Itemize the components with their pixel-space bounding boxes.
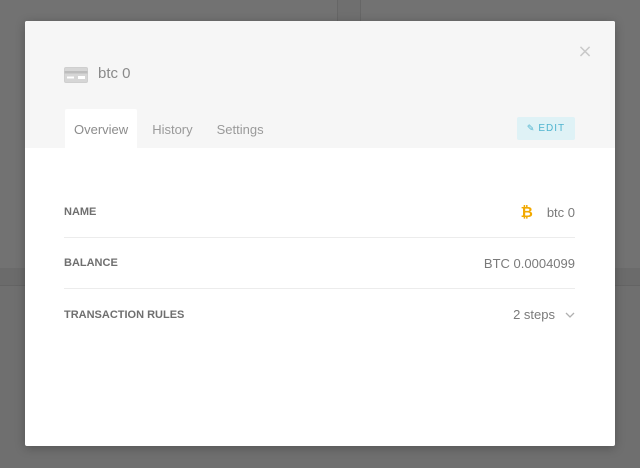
transaction-rules-toggle[interactable]: 2 steps	[513, 307, 575, 322]
transaction-rules-value: 2 steps	[513, 307, 555, 322]
edit-button[interactable]: ✎ EDIT	[517, 117, 575, 140]
bitcoin-icon: ₿	[520, 203, 533, 221]
edit-button-label: EDIT	[538, 123, 566, 134]
tab-overview[interactable]: Overview	[65, 109, 138, 148]
balance-label: BALANCE	[64, 257, 118, 269]
close-icon[interactable]: ×	[576, 43, 594, 61]
tab-settings[interactable]: Settings	[208, 109, 273, 148]
overview-details: NAME ₿ btc 0 BALANCE BTC 0.0004099 TRANS…	[64, 187, 575, 340]
tab-bar: Overview History Settings	[65, 109, 279, 148]
detail-row-transaction-rules[interactable]: TRANSACTION RULES 2 steps	[64, 289, 575, 340]
wallet-modal: × btc 0 Overview History Settings ✎ EDIT …	[25, 21, 615, 446]
detail-row-balance: BALANCE BTC 0.0004099	[64, 238, 575, 289]
name-value-group: ₿ btc 0	[521, 204, 575, 221]
pencil-icon: ✎	[526, 123, 536, 133]
chevron-down-icon	[565, 312, 575, 318]
name-label: NAME	[64, 206, 97, 218]
balance-value: BTC 0.0004099	[483, 255, 575, 271]
wallet-card-icon	[64, 67, 88, 83]
transaction-rules-label: TRANSACTION RULES	[64, 308, 185, 321]
tab-history[interactable]: History	[143, 109, 201, 148]
wallet-title: btc 0	[98, 65, 131, 82]
name-value: btc 0	[546, 204, 575, 220]
modal-header: × btc 0 Overview History Settings ✎ EDIT	[25, 21, 615, 148]
detail-row-name: NAME ₿ btc 0	[64, 187, 575, 238]
